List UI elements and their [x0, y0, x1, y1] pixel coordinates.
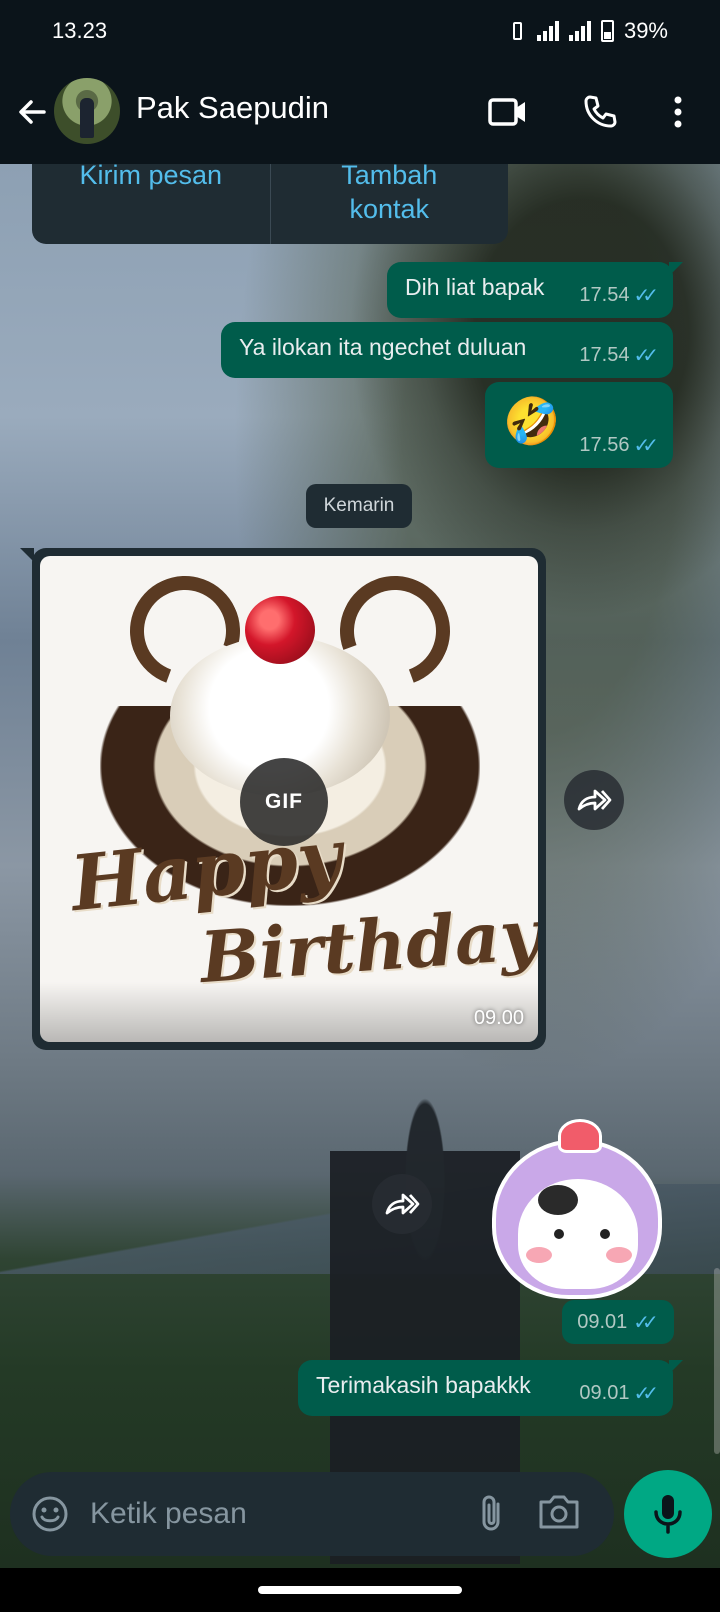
message-time: 09.01: [579, 1382, 630, 1404]
message-bubble[interactable]: Ya ilokan ita ngechet duluan 17.54 ✓✓: [221, 322, 673, 378]
message-input[interactable]: [90, 1492, 430, 1536]
message-bubble[interactable]: 🤣 17.56 ✓✓: [485, 382, 673, 468]
sticker-time-badge: 09.01 ✓✓: [562, 1300, 674, 1344]
read-ticks-icon: ✓✓: [633, 285, 658, 307]
gif-message[interactable]: Happy Birthday! GIF 09.00: [20, 548, 546, 1050]
scrollbar[interactable]: [714, 1268, 720, 1454]
unknown-contact-card: Kirim pesan Tambah kontak: [32, 164, 508, 244]
vibrate-icon: [507, 21, 527, 41]
read-ticks-icon: ✓✓: [633, 345, 658, 367]
sticker-message[interactable]: [488, 1119, 668, 1299]
gif-image[interactable]: Happy Birthday! GIF 09.00: [40, 556, 538, 1042]
signal-icon: [536, 21, 559, 41]
battery-percent: 39%: [623, 18, 668, 43]
message-text: Ya ilokan ita ngechet duluan: [239, 334, 527, 360]
cherry: [245, 596, 315, 664]
send-message-button[interactable]: Kirim pesan: [32, 164, 270, 244]
read-ticks-icon: ✓✓: [633, 1311, 658, 1334]
gif-badge[interactable]: GIF: [240, 758, 328, 846]
status-icons: 39%: [507, 18, 668, 44]
date-divider: Kemarin: [306, 484, 412, 528]
message-time: 17.54: [579, 344, 630, 366]
chat-header: Pak Saepudin: [0, 62, 720, 164]
paperclip-icon[interactable]: [470, 1492, 514, 1536]
avatar[interactable]: [54, 78, 120, 144]
emoji-icon[interactable]: [30, 1494, 70, 1534]
battery-icon: [600, 20, 614, 42]
video-camera-icon[interactable]: [486, 90, 530, 134]
forward-icon[interactable]: [372, 1174, 432, 1234]
message-time: 09.01: [577, 1310, 628, 1333]
system-nav-bar: [0, 1568, 720, 1612]
message-bubble[interactable]: Terimakasih bapakkk 09.01 ✓✓: [298, 1360, 683, 1416]
signal-icon-2: [568, 21, 591, 41]
add-contact-button[interactable]: Tambah kontak: [269, 164, 509, 244]
read-ticks-icon: ✓✓: [633, 1383, 658, 1405]
status-time: 13.23: [52, 18, 108, 43]
message-time: 09.00: [473, 1007, 524, 1029]
phone-icon[interactable]: [578, 90, 622, 134]
sticker-crest: [558, 1119, 602, 1153]
camera-icon[interactable]: [536, 1492, 584, 1536]
home-gesture-handle[interactable]: [258, 1586, 462, 1594]
message-composer: [10, 1472, 614, 1556]
microphone-icon[interactable]: [624, 1470, 712, 1558]
message-text: Terimakasih bapakkk: [316, 1372, 531, 1398]
message-time: 17.56: [579, 434, 630, 456]
emoji-message: 🤣: [503, 395, 561, 447]
message-bubble[interactable]: Dih liat bapak 17.54 ✓✓: [387, 262, 683, 318]
more-vertical-icon[interactable]: [656, 90, 700, 134]
arrow-left-icon[interactable]: [14, 94, 50, 130]
message-time: 17.54: [579, 284, 630, 306]
read-ticks-icon: ✓✓: [633, 435, 658, 457]
contact-name[interactable]: Pak Saepudin: [136, 90, 329, 126]
chat-area[interactable]: Kirim pesan Tambah kontak Dih liat bapak…: [0, 164, 720, 1568]
status-bar: 13.23 39%: [0, 0, 720, 62]
forward-icon[interactable]: [564, 770, 624, 830]
message-text: Dih liat bapak: [405, 274, 545, 300]
